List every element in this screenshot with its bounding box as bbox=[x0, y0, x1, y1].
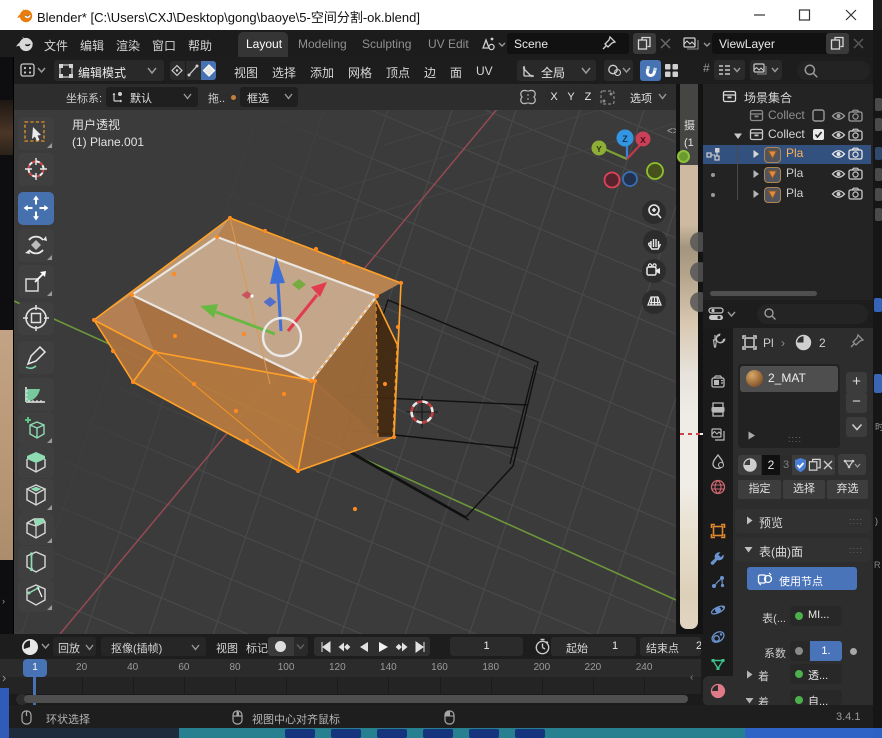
svg-text:˂˃: ˂˃ bbox=[667, 126, 676, 137]
svg-text:Y: Y bbox=[596, 144, 602, 154]
svg-text:X: X bbox=[640, 135, 646, 145]
svg-text:Z: Z bbox=[622, 134, 628, 144]
